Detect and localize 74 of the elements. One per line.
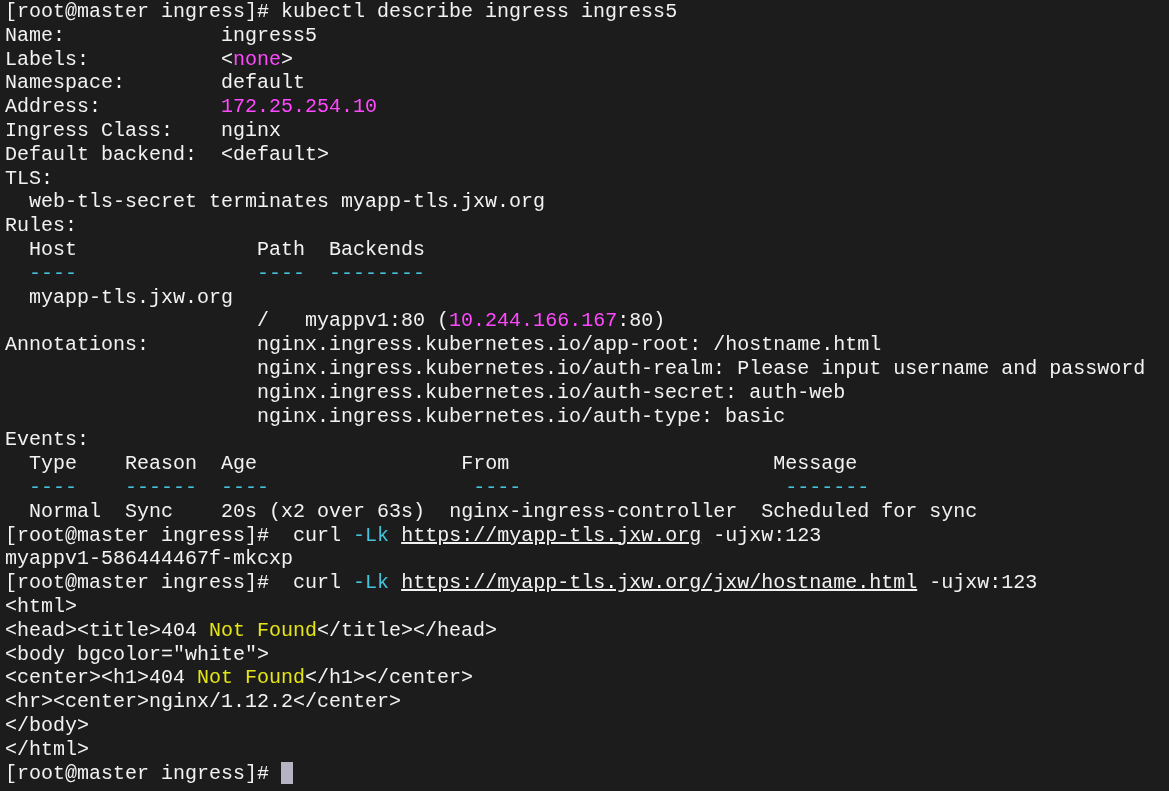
separator-dashes: ----	[221, 475, 270, 499]
field-label: Rules:	[5, 214, 77, 238]
output-text: myapp-tls.jxw.org	[29, 285, 234, 309]
separator-dashes: ----	[257, 261, 306, 285]
separator-dashes: -------	[785, 475, 870, 499]
column-header: Type	[29, 452, 78, 476]
separator-dashes: ----	[473, 475, 522, 499]
output-text: :80)	[617, 309, 666, 333]
separator-dashes: ----	[29, 261, 78, 285]
output-text: web-tls-secret terminates myapp-tls.jxw.org	[29, 190, 546, 214]
url-link[interactable]: https://myapp-tls.jxw.org	[401, 523, 702, 547]
output-text: Scheduled for sync	[761, 499, 978, 523]
separator-dashes: ----	[29, 475, 78, 499]
column-header: Message	[773, 452, 858, 476]
column-header: Age	[221, 452, 258, 476]
column-header: Reason	[125, 452, 198, 476]
output-text: <body bgcolor="white">	[5, 642, 270, 666]
url-link[interactable]: https://myapp-tls.jxw.org/jxw/hostname.html	[401, 571, 918, 595]
prompt-text: [root@master ingress]#	[5, 761, 270, 785]
field-label: Default backend:	[5, 142, 198, 166]
field-label: Name:	[5, 23, 65, 47]
output-text: default	[221, 71, 306, 95]
highlighted-value: none	[233, 47, 282, 71]
output-text: nginx.ingress.kubernetes.io/app-root: /hostname.html	[257, 333, 882, 357]
output-text: /	[257, 309, 270, 333]
separator-dashes: --------	[329, 261, 426, 285]
output-text: <default>	[221, 142, 330, 166]
field-label: Labels:	[5, 47, 89, 71]
output-text: nginx-ingress-controller	[449, 499, 738, 523]
output-text: </html>	[5, 737, 89, 761]
field-label: Annotations:	[5, 333, 150, 357]
command-text: curl	[293, 571, 342, 595]
output-text: <hr><center>nginx/1.12.2</center>	[5, 690, 402, 714]
command-text: curl	[293, 523, 342, 547]
highlighted-text: Not Found	[197, 666, 306, 690]
field-label: Address:	[5, 95, 101, 119]
output-text: Sync	[125, 499, 174, 523]
output-text: nginx	[221, 119, 282, 142]
column-header: Host	[29, 237, 78, 261]
command-text: kubectl describe ingress ingress5	[281, 0, 678, 23]
output-text: <center><h1>404	[5, 666, 186, 690]
highlighted-value: 172.25.254.10	[221, 95, 378, 119]
command-text: -ujxw:123	[713, 523, 822, 547]
command-text: -ujxw:123	[929, 571, 1038, 595]
highlighted-text: Not Found	[209, 618, 318, 642]
output-text: nginx.ingress.kubernetes.io/auth-secret: auth-web	[257, 380, 846, 404]
output-text: Normal	[29, 499, 102, 523]
field-label: Namespace:	[5, 71, 126, 95]
output-text: nginx.ingress.kubernetes.io/auth-realm: Please input username and password	[257, 356, 1146, 380]
option-text: -Lk	[353, 571, 390, 595]
highlighted-value: 10.244.166.167	[449, 309, 618, 333]
field-label: Events:	[5, 428, 89, 452]
output-text: </h1></center>	[305, 666, 474, 690]
output-text: nginx.ingress.kubernetes.io/auth-type: basic	[257, 404, 786, 428]
field-label: Ingress Class:	[5, 119, 174, 142]
prompt-text: [root@master ingress]#	[5, 0, 270, 23]
output-text: myappv1:80 (	[305, 309, 450, 333]
field-label: TLS:	[5, 166, 53, 190]
column-header: Backends	[329, 237, 426, 261]
output-text: </title></head>	[317, 618, 498, 642]
option-text: -Lk	[353, 523, 390, 547]
output-text: <html>	[5, 594, 77, 618]
separator-dashes: ------	[125, 475, 198, 499]
output-text: <head><title>404	[5, 618, 198, 642]
output-text: ingress5	[221, 23, 318, 47]
column-header: Path	[257, 237, 306, 261]
prompt-text: [root@master ingress]#	[5, 571, 270, 595]
output-text: <	[221, 47, 234, 71]
output-text: </body>	[5, 713, 89, 737]
column-header: From	[461, 452, 510, 476]
output-text: >	[281, 47, 294, 71]
prompt-text: [root@master ingress]#	[5, 523, 270, 547]
output-text: 20s (x2 over 63s)	[221, 499, 426, 523]
output-text: myappv1-586444467f-mkcxp	[5, 547, 294, 571]
